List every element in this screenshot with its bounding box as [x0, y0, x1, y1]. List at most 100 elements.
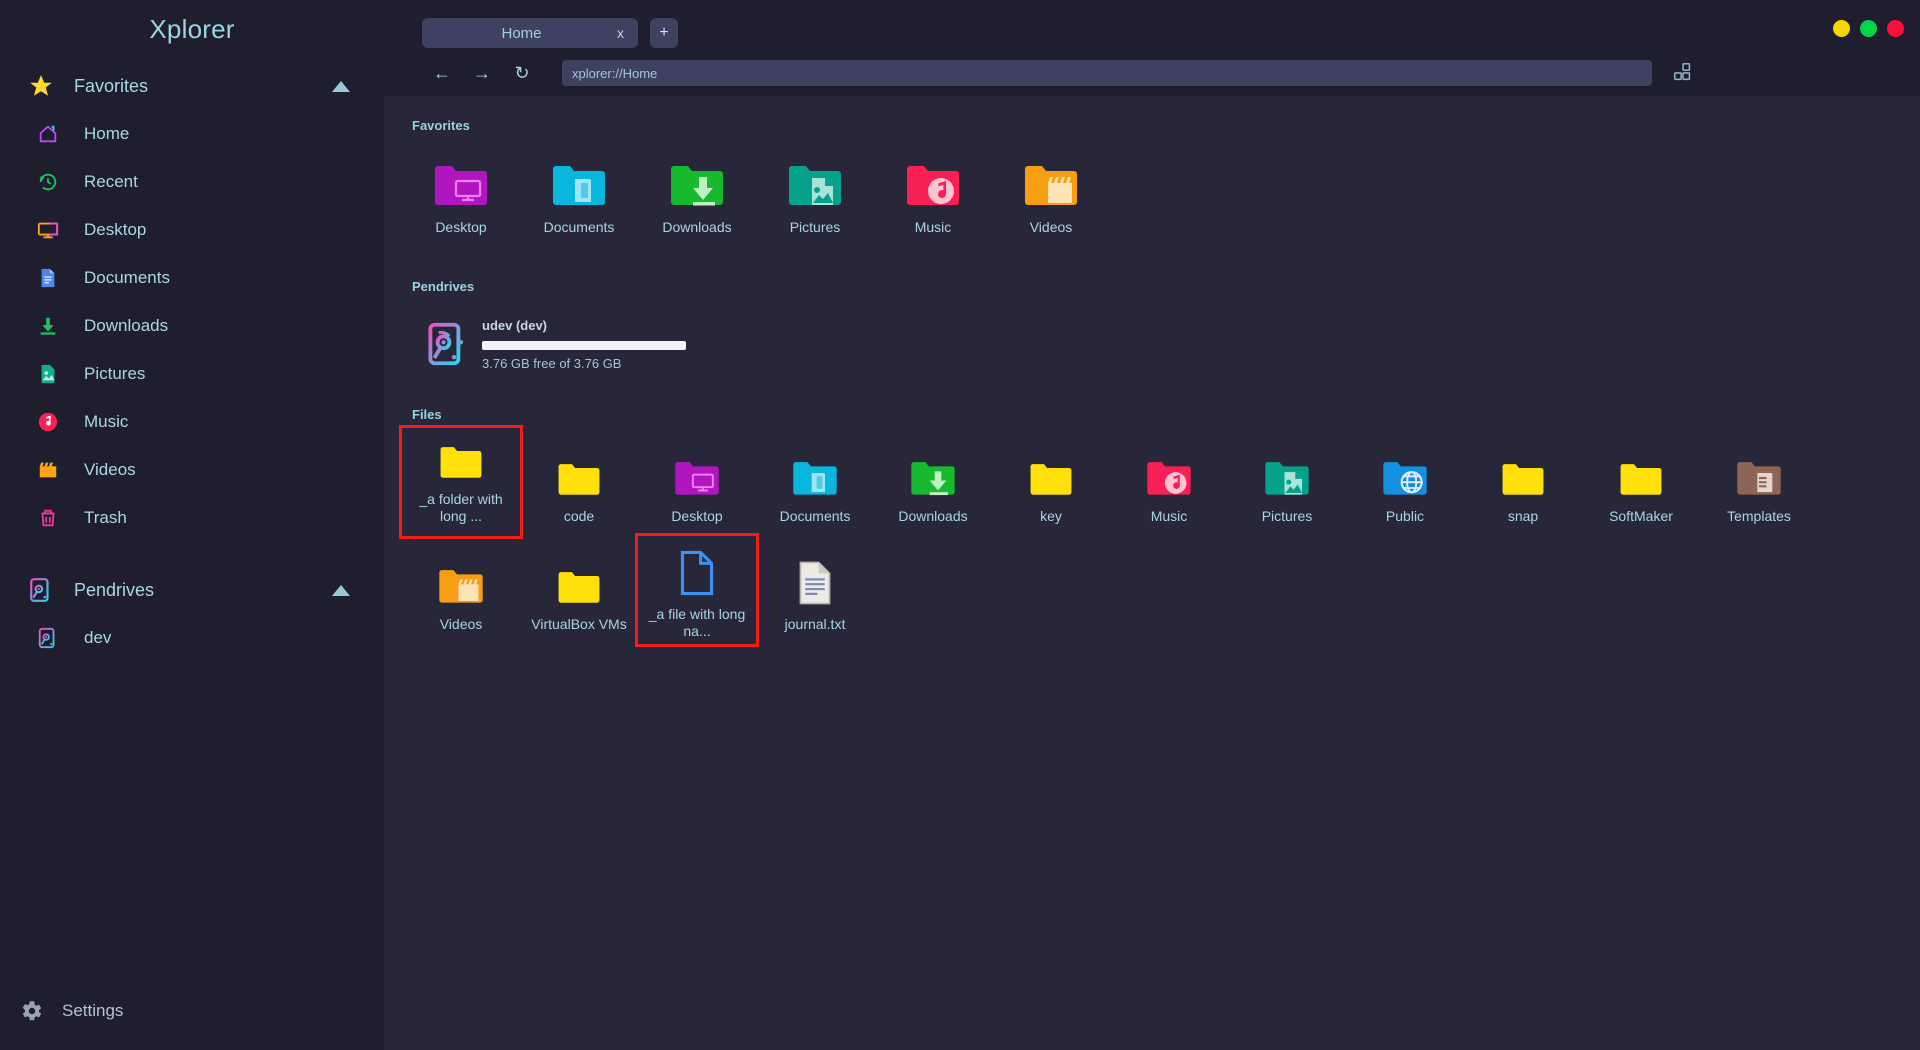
star-icon [26, 71, 56, 101]
sidebar-item-label: Pictures [84, 364, 146, 383]
xplorer-window: Xplorer Favorites Home Recent Desktop Do… [0, 0, 1920, 1050]
sidebar-item-label: Videos [84, 460, 136, 479]
folder-plain-icon [1029, 442, 1073, 498]
triangle-up-icon[interactable] [332, 584, 350, 596]
sidebar-item-label: Home [84, 124, 130, 143]
file-item-desktop[interactable]: Desktop [638, 428, 756, 536]
close-button[interactable] [1887, 20, 1904, 37]
trash-icon [34, 504, 62, 532]
folder-plain-icon [1619, 442, 1663, 498]
sidebar-section-pendrives[interactable]: Pendrives [0, 567, 384, 613]
favorite-item-label: Videos [1029, 219, 1073, 235]
sidebar-item-recent[interactable]: Recent [0, 159, 384, 205]
file-item-pictures[interactable]: Pictures [1228, 428, 1346, 536]
file-blank-icon [678, 550, 716, 596]
file-item-virtualbox-vms[interactable]: VirtualBox VMs [520, 536, 638, 644]
folder-documents-icon [551, 153, 607, 209]
sidebar-item-desktop[interactable]: Desktop [0, 207, 384, 253]
music-icon [34, 408, 62, 436]
folder-downloads-icon [909, 442, 957, 498]
reload-button[interactable]: ↻ [508, 60, 536, 86]
address-bar-value: xplorer://Home [572, 65, 658, 81]
sidebar-item-label: dev [84, 628, 112, 647]
file-item-public[interactable]: Public [1346, 428, 1464, 536]
folder-videos-icon [1023, 153, 1079, 209]
file-text-icon [796, 550, 834, 606]
favorite-item-downloads[interactable]: Downloads [638, 139, 756, 247]
file-item-label: snap [1507, 507, 1539, 524]
tab-label: Home [501, 24, 542, 42]
favorite-item-label: Desktop [435, 219, 487, 235]
file-item-journal-txt[interactable]: journal.txt [756, 536, 874, 644]
sidebar-item-settings[interactable]: Settings [0, 998, 123, 1024]
tab-home[interactable]: Home x [422, 18, 638, 48]
sidebar-item-videos[interactable]: Videos [0, 447, 384, 493]
sidebar-item-dev[interactable]: dev [0, 615, 384, 661]
file-item-label: journal.txt [784, 615, 846, 632]
home-icon [34, 120, 62, 148]
triangle-up-icon[interactable] [332, 80, 350, 92]
folder-desktop-icon [673, 442, 721, 498]
forward-button[interactable]: → [468, 60, 496, 86]
favorite-item-music[interactable]: Music [874, 139, 992, 247]
harddrive-icon [426, 321, 468, 367]
file-item-videos[interactable]: Videos [402, 536, 520, 644]
files-grid: _a folder with long ... code Desktop Doc… [384, 422, 1920, 647]
folder-pictures-icon [1263, 442, 1311, 498]
file-item-label: key [1040, 507, 1062, 524]
favorite-item-videos[interactable]: Videos [992, 139, 1110, 247]
file-item-downloads[interactable]: Downloads [874, 428, 992, 536]
address-bar[interactable]: xplorer://Home [562, 60, 1652, 86]
favorite-item-desktop[interactable]: Desktop [402, 139, 520, 247]
download-icon [34, 312, 62, 340]
section-heading-files: Files [412, 406, 442, 422]
drive-name: udev (dev) [482, 317, 548, 333]
file-item-softmaker[interactable]: SoftMaker [1582, 428, 1700, 536]
file-item-a-file-with-long-name[interactable]: _a file with long na... [635, 532, 759, 647]
file-item-label: SoftMaker [1609, 507, 1673, 524]
tab-bar: Home x + [384, 0, 1920, 48]
sidebar-item-trash[interactable]: Trash [0, 495, 384, 541]
file-item-a-folder-with-long-name[interactable]: _a folder with long ... [399, 424, 523, 539]
new-tab-button[interactable]: + [650, 18, 678, 48]
sidebar-item-home[interactable]: Home [0, 111, 384, 157]
sidebar-item-documents[interactable]: Documents [0, 255, 384, 301]
section-heading-favorites: Favorites [412, 118, 470, 133]
maximize-button[interactable] [1860, 20, 1877, 37]
sidebar-item-label: Music [84, 412, 129, 431]
sidebar: Xplorer Favorites Home Recent Desktop Do… [0, 0, 384, 1050]
favorite-item-pictures[interactable]: Pictures [756, 139, 874, 247]
section-heading-pendrives: Pendrives [412, 278, 475, 294]
drive-item-udev[interactable]: udev (dev) 3.76 GB free of 3.76 GB [384, 294, 1920, 371]
grid-layout-icon[interactable] [1672, 61, 1696, 85]
sidebar-section-favorites[interactable]: Favorites [0, 63, 384, 109]
file-item-snap[interactable]: snap [1464, 428, 1582, 536]
sidebar-item-pictures[interactable]: Pictures [0, 351, 384, 397]
folder-public-icon [1381, 442, 1429, 498]
file-item-music[interactable]: Music [1110, 428, 1228, 536]
folder-documents-icon [791, 442, 839, 498]
file-item-documents[interactable]: Documents [756, 428, 874, 536]
file-item-label: Videos [439, 615, 483, 632]
file-item-label: Downloads [898, 507, 968, 524]
favorites-grid: Desktop Documents Downloads Pictures Mus… [384, 133, 1920, 247]
sidebar-section-label: Pendrives [74, 579, 155, 600]
topbar: Home x + ← → ↻ xplorer://Home [384, 0, 1920, 96]
sidebar-item-label: Downloads [84, 316, 169, 335]
file-item-label: Desktop [671, 507, 723, 524]
file-item-code[interactable]: code [520, 428, 638, 536]
drive-free-text: 3.76 GB free of 3.76 GB [482, 355, 622, 371]
sidebar-item-music[interactable]: Music [0, 399, 384, 445]
sidebar-item-downloads[interactable]: Downloads [0, 303, 384, 349]
minimize-button[interactable] [1833, 20, 1850, 37]
close-icon[interactable]: x [603, 25, 638, 41]
file-item-key[interactable]: key [992, 428, 1110, 536]
back-button[interactable]: ← [428, 60, 456, 86]
file-item-templates[interactable]: Templates [1700, 428, 1818, 536]
main-area: Home x + ← → ↻ xplorer://Home Favorites … [384, 0, 1920, 1050]
sidebar-item-label: Trash [84, 508, 127, 527]
folder-plain-icon [557, 442, 601, 498]
document-icon [34, 264, 62, 292]
favorite-item-documents[interactable]: Documents [520, 139, 638, 247]
favorite-item-label: Downloads [662, 219, 732, 235]
